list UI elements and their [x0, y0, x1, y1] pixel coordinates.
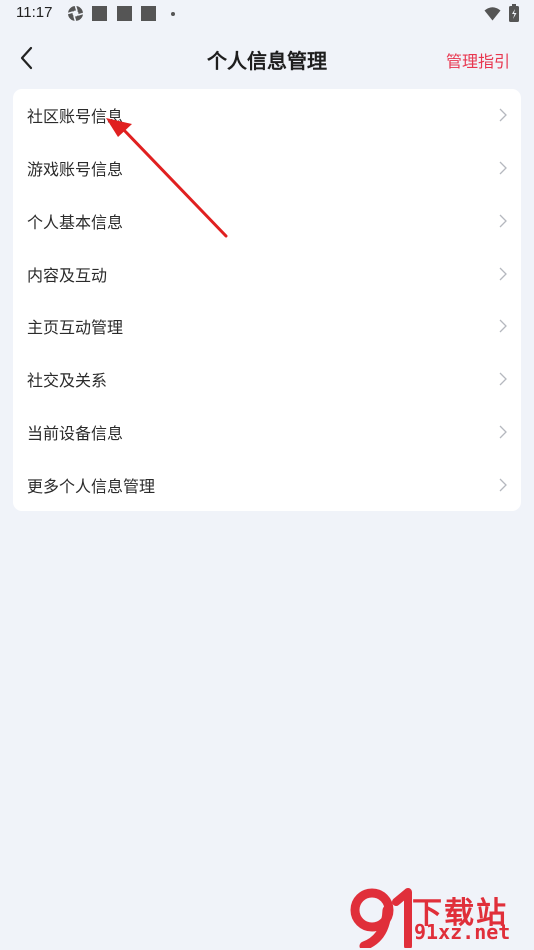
status-bar: 11:17	[0, 0, 534, 28]
list-item-more-personal-info[interactable]: 更多个人信息管理	[13, 458, 521, 511]
list-item-social-relations[interactable]: 社交及关系	[13, 353, 521, 406]
notification-dot-icon	[171, 12, 175, 16]
chevron-right-icon	[499, 108, 507, 122]
list-item-label: 更多个人信息管理	[27, 476, 156, 496]
list-item-label: 社区账号信息	[27, 107, 124, 127]
wifi-icon	[484, 6, 501, 25]
list-item-personal-basic-info[interactable]: 个人基本信息	[13, 195, 521, 248]
settings-gear-icon	[67, 5, 84, 26]
management-guide-link[interactable]: 管理指引	[446, 48, 510, 72]
chevron-right-icon	[499, 161, 507, 175]
chevron-right-icon	[499, 478, 507, 492]
list-item-label: 游戏账号信息	[27, 160, 124, 180]
status-time: 11:17	[16, 4, 53, 21]
header-bar: 个人信息管理 管理指引	[0, 36, 534, 80]
list-item-current-device[interactable]: 当前设备信息	[13, 406, 521, 459]
chevron-right-icon	[499, 319, 507, 333]
chevron-right-icon	[499, 372, 507, 386]
list-item-label: 当前设备信息	[27, 423, 124, 443]
list-item-label: 社交及关系	[27, 371, 108, 391]
watermark-emblem-icon	[350, 888, 412, 948]
chevron-right-icon	[499, 214, 507, 228]
list-item-content-interaction[interactable]: 内容及互动	[13, 247, 521, 300]
app-page: 11:17 个人信息管理 管理指引 社区账号信息 游戏账号信息 个人基本信息 内…	[0, 0, 534, 950]
list-item-game-account[interactable]: 游戏账号信息	[13, 142, 521, 195]
chevron-right-icon	[499, 267, 507, 281]
watermark-logo: 下载站 91xz.net	[350, 888, 530, 948]
app-square-icon	[141, 6, 156, 21]
list-item-label: 内容及互动	[27, 265, 108, 285]
list-item-label: 主页互动管理	[27, 318, 124, 338]
app-square-icon	[92, 6, 107, 21]
watermark-text-en: 91xz.net	[414, 920, 511, 944]
list-item-community-account[interactable]: 社区账号信息	[13, 89, 521, 142]
battery-icon	[509, 4, 519, 26]
list-item-homepage-interaction[interactable]: 主页互动管理	[13, 300, 521, 353]
list-item-label: 个人基本信息	[27, 212, 124, 232]
chevron-right-icon	[499, 425, 507, 439]
settings-list: 社区账号信息 游戏账号信息 个人基本信息 内容及互动 主页互动管理 社交及关系 …	[13, 89, 521, 511]
app-square-icon	[117, 6, 132, 21]
